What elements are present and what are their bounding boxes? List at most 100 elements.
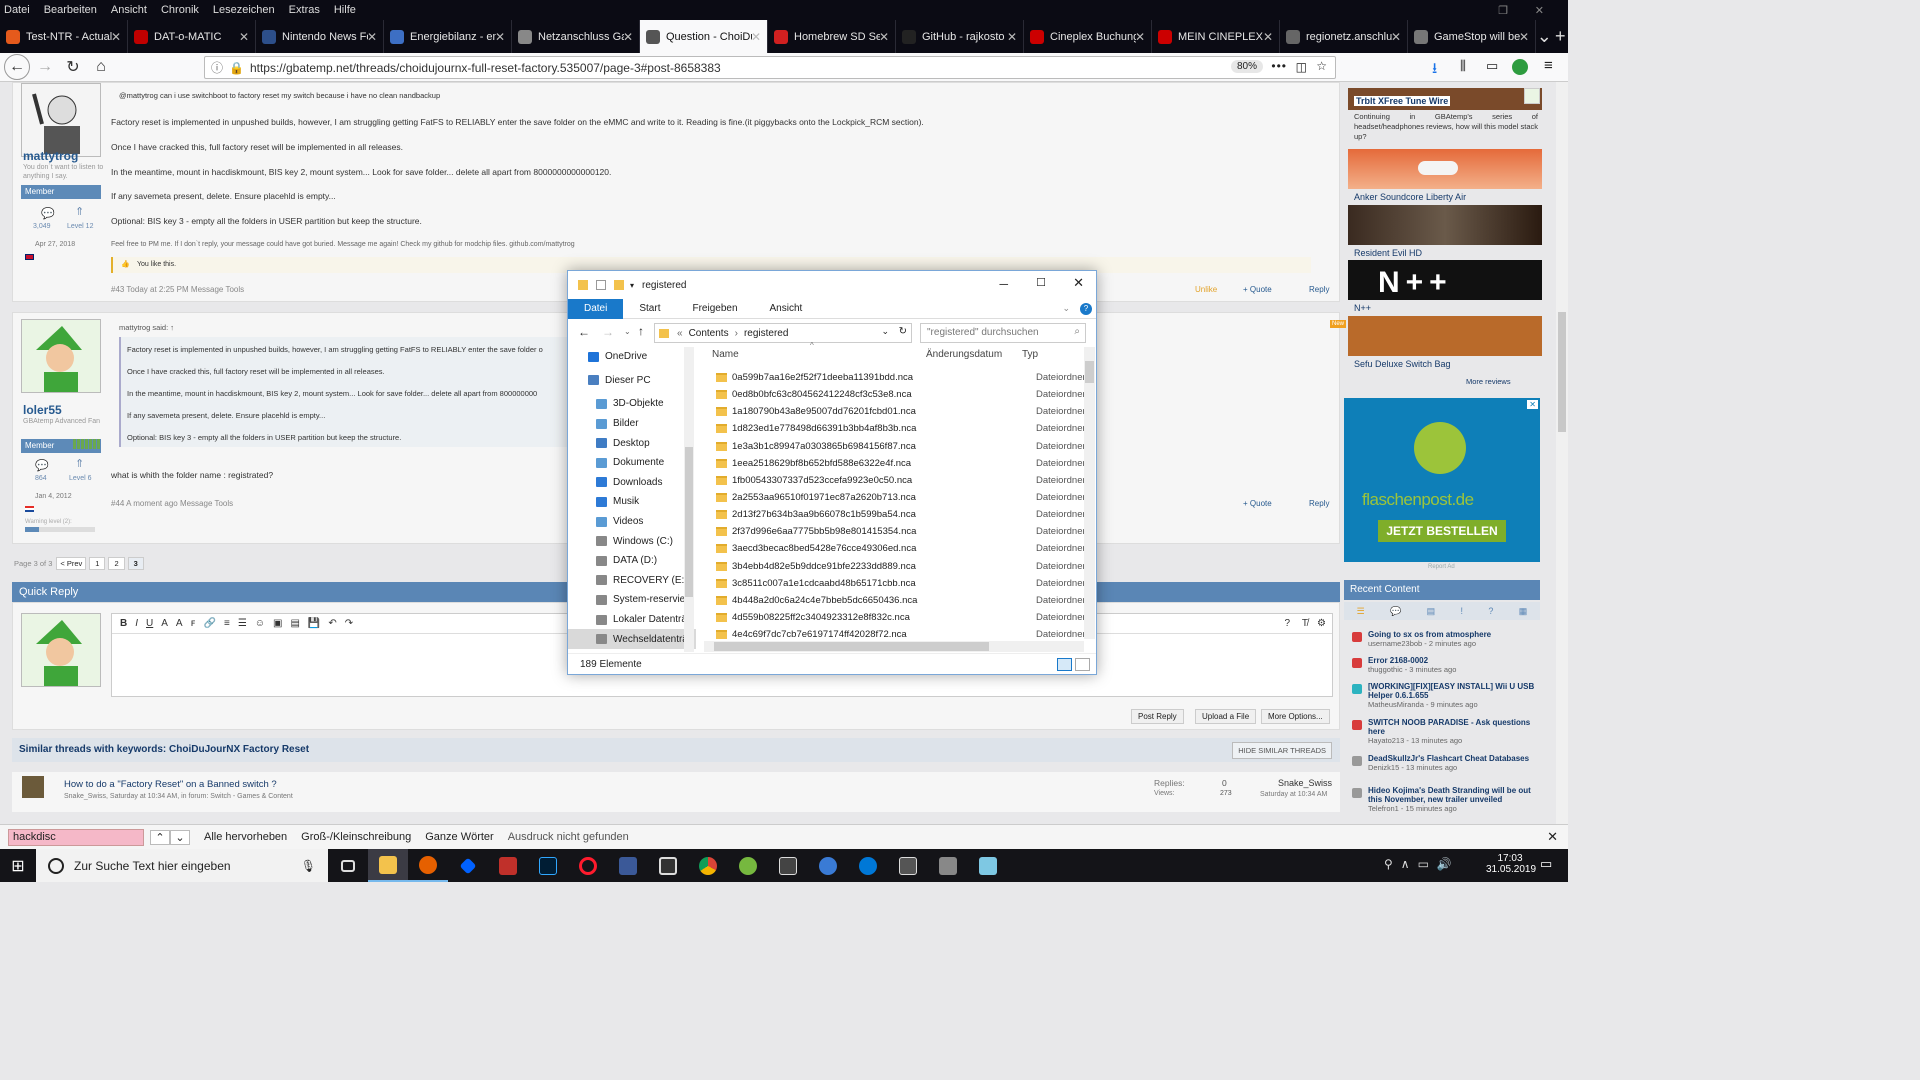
font-family-icon[interactable]: ꜰ <box>191 618 196 629</box>
nav-item-12[interactable]: System-reservier <box>568 590 696 610</box>
quote-button[interactable]: + Quote <box>1243 285 1272 294</box>
help-icon[interactable]: ? <box>1284 618 1290 629</box>
toggle-bbcode-icon[interactable]: ⚙ <box>1317 618 1326 629</box>
zoom-indicator[interactable]: 80% <box>1230 60 1263 73</box>
breadcrumb-overflow[interactable]: « <box>677 328 683 339</box>
file-row[interactable]: 1d823ed1e778498d66391b3bb4af8b3b.nca Date… <box>704 420 1086 437</box>
tab-1[interactable]: DAT-o-MATIC ✕ <box>128 20 256 53</box>
taskbar-search[interactable]: Zur Suche Text hier eingeben 🎙 <box>36 849 328 882</box>
match-case-option[interactable]: Groß-/Kleinschreibung <box>301 831 411 843</box>
similar-thread-row[interactable]: How to do a "Factory Reset" on a Banned … <box>12 772 1340 812</box>
post-footer[interactable]: #43 Today at 2:25 PM Message Tools <box>111 285 244 294</box>
switch-taskbar-icon[interactable] <box>648 849 688 882</box>
recent-item[interactable]: SWITCH NOOB PARADISE - Ask questions her… <box>1368 718 1538 745</box>
tab-4[interactable]: Netzanschluss Gas | Re✕ <box>512 20 640 53</box>
hide-similar-button[interactable]: HIDE SIMILAR THREADS <box>1232 742 1332 759</box>
bold-icon[interactable]: B <box>120 618 127 629</box>
menu-ansicht[interactable]: Ansicht <box>111 4 147 16</box>
file-row[interactable]: 1eea2518629bf8b652bfd588e6322e4f.nca Date… <box>704 455 1086 472</box>
review-title-5[interactable]: Sefu Deluxe Switch Bag <box>1354 359 1451 369</box>
review-title-3[interactable]: Resident Evil HD <box>1354 248 1422 258</box>
recent-item[interactable]: Error 2168-0002 thuggothic - 3 minutes ag… <box>1368 656 1538 674</box>
link-icon[interactable]: 🔗 <box>204 618 216 629</box>
nav-item-14[interactable]: Wechseldatenträ <box>568 629 696 649</box>
nav-item-2[interactable]: 3D-Objekte <box>568 394 696 414</box>
explorer-search-input[interactable]: "registered" durchsuchen ⌕ <box>920 323 1086 343</box>
tab-0[interactable]: Test-NTR - Actual ✕ <box>0 20 128 53</box>
close-icon[interactable]: ✕ <box>1073 275 1084 291</box>
forward-icon[interactable]: → <box>32 54 58 80</box>
prev-page-link[interactable]: < Prev <box>56 556 87 570</box>
tab-2[interactable]: Nintendo News Fo ✕ <box>256 20 384 53</box>
smilies-icon[interactable]: ☺ <box>255 618 265 629</box>
find-input[interactable]: hackdisc <box>8 828 144 846</box>
action-center-icon[interactable]: ▭ <box>1540 856 1552 872</box>
file-row[interactable]: 2f37d996e6aa7775bb5b98e801415354.nca Date… <box>704 523 1086 540</box>
tab-list-icon[interactable]: ⌄ <box>1536 20 1553 53</box>
ad-close-icon[interactable]: ✕ <box>1527 400 1538 409</box>
menu-extras[interactable]: Extras <box>289 4 320 16</box>
nav-item-10[interactable]: DATA (D:) <box>568 551 696 571</box>
find-next-icon[interactable]: ⌄ <box>170 829 190 845</box>
menu-bearbeiten[interactable]: Bearbeiten <box>44 4 97 16</box>
file-row[interactable]: 2d13f27b634b3aa9b66078c1b599ba54.nca Date… <box>704 506 1086 523</box>
nav-item-5[interactable]: Dokumente <box>568 453 696 473</box>
report-ad-link[interactable]: Report Ad <box>1428 564 1455 570</box>
nav-item-3[interactable]: Bilder <box>568 414 696 434</box>
back-icon[interactable]: ← <box>578 325 590 339</box>
nav-scrollbar[interactable] <box>684 347 694 652</box>
align-icon[interactable]: ≡ <box>224 618 230 629</box>
col-name[interactable]: Name <box>712 349 739 360</box>
review-title-1[interactable]: Trblt XFree Tune Wire <box>1354 96 1451 106</box>
bookmark-star-icon[interactable]: ☆ <box>1316 59 1327 73</box>
tab-threads-icon[interactable]: 💬 <box>1390 606 1401 617</box>
text-color-icon[interactable]: A <box>161 618 168 629</box>
avatar[interactable] <box>21 83 101 157</box>
menu-hilfe[interactable]: Hilfe <box>334 4 356 16</box>
user-avatar-small[interactable] <box>1524 88 1540 104</box>
tab-8[interactable]: Cineplex Buchung ✕ <box>1024 20 1152 53</box>
url-text[interactable]: https://gbatemp.net/threads/choidujournx… <box>250 61 721 75</box>
sidebar-icon[interactable]: ▭ <box>1486 58 1498 74</box>
horizontal-scrollbar[interactable] <box>704 641 1084 652</box>
library-icon[interactable]: ⫼ <box>1460 58 1466 74</box>
save-draft-icon[interactable]: 💾 <box>308 618 320 629</box>
tab-3[interactable]: Energiebilanz - en ✕ <box>384 20 512 53</box>
nav-item-0[interactable]: OneDrive <box>568 347 696 367</box>
tab-news-icon[interactable]: ▤ <box>1427 606 1436 617</box>
tab-5[interactable]: Question - ChoiDu ✕ <box>640 20 768 53</box>
refresh-icon[interactable]: ↻ <box>899 326 907 337</box>
edge-taskbar-icon[interactable] <box>848 849 888 882</box>
tab-close-icon[interactable]: ✕ <box>495 30 505 44</box>
menu-datei[interactable]: Datei <box>4 4 30 16</box>
nav-item-11[interactable]: RECOVERY (E:) <box>568 571 696 591</box>
address-bar[interactable]: « Contents › registered ⌄ ↻ <box>654 323 912 343</box>
downloads-icon[interactable]: ⭳ <box>1432 58 1437 83</box>
windows-start-icon[interactable]: ⊞ <box>0 849 36 882</box>
tab-close-icon[interactable]: ✕ <box>111 30 121 44</box>
recent-item-title[interactable]: Hideo Kojima's Death Stranding will be o… <box>1368 786 1531 804</box>
upload-file-button[interactable]: Upload a File <box>1195 709 1257 724</box>
tab-close-icon[interactable]: ✕ <box>623 30 633 44</box>
app-grey-taskbar-icon[interactable] <box>928 849 968 882</box>
nav-item-7[interactable]: Musik <box>568 492 696 512</box>
media-icon[interactable]: ▤ <box>290 618 299 629</box>
task-view-icon[interactable] <box>328 849 368 882</box>
review-image-3[interactable] <box>1348 205 1542 245</box>
review-image-2[interactable] <box>1348 149 1542 189</box>
photos-taskbar-icon[interactable] <box>888 849 928 882</box>
more-options-button[interactable]: More Options... <box>1261 709 1330 724</box>
nav-item-1[interactable]: Dieser PC <box>568 371 696 391</box>
tab-all-icon[interactable]: ☰ <box>1357 606 1365 617</box>
tab-alerts-icon[interactable]: ! <box>1461 606 1464 616</box>
page-scrollbar[interactable] <box>1556 82 1568 824</box>
facebook-taskbar-icon[interactable] <box>608 849 648 882</box>
recent-item[interactable]: Going to sx os from atmosphere username23… <box>1368 630 1538 648</box>
tab-close-icon[interactable]: ✕ <box>879 30 889 44</box>
more-reviews-link[interactable]: More reviews <box>1466 377 1511 386</box>
reload-icon[interactable]: ↻ <box>60 54 86 80</box>
maximize-icon[interactable]: ☐ <box>1036 276 1046 289</box>
col-type[interactable]: Typ <box>1022 349 1038 360</box>
info-icon[interactable]: ⓘ <box>211 59 223 76</box>
col-date[interactable]: Änderungsdatum <box>926 349 1002 360</box>
